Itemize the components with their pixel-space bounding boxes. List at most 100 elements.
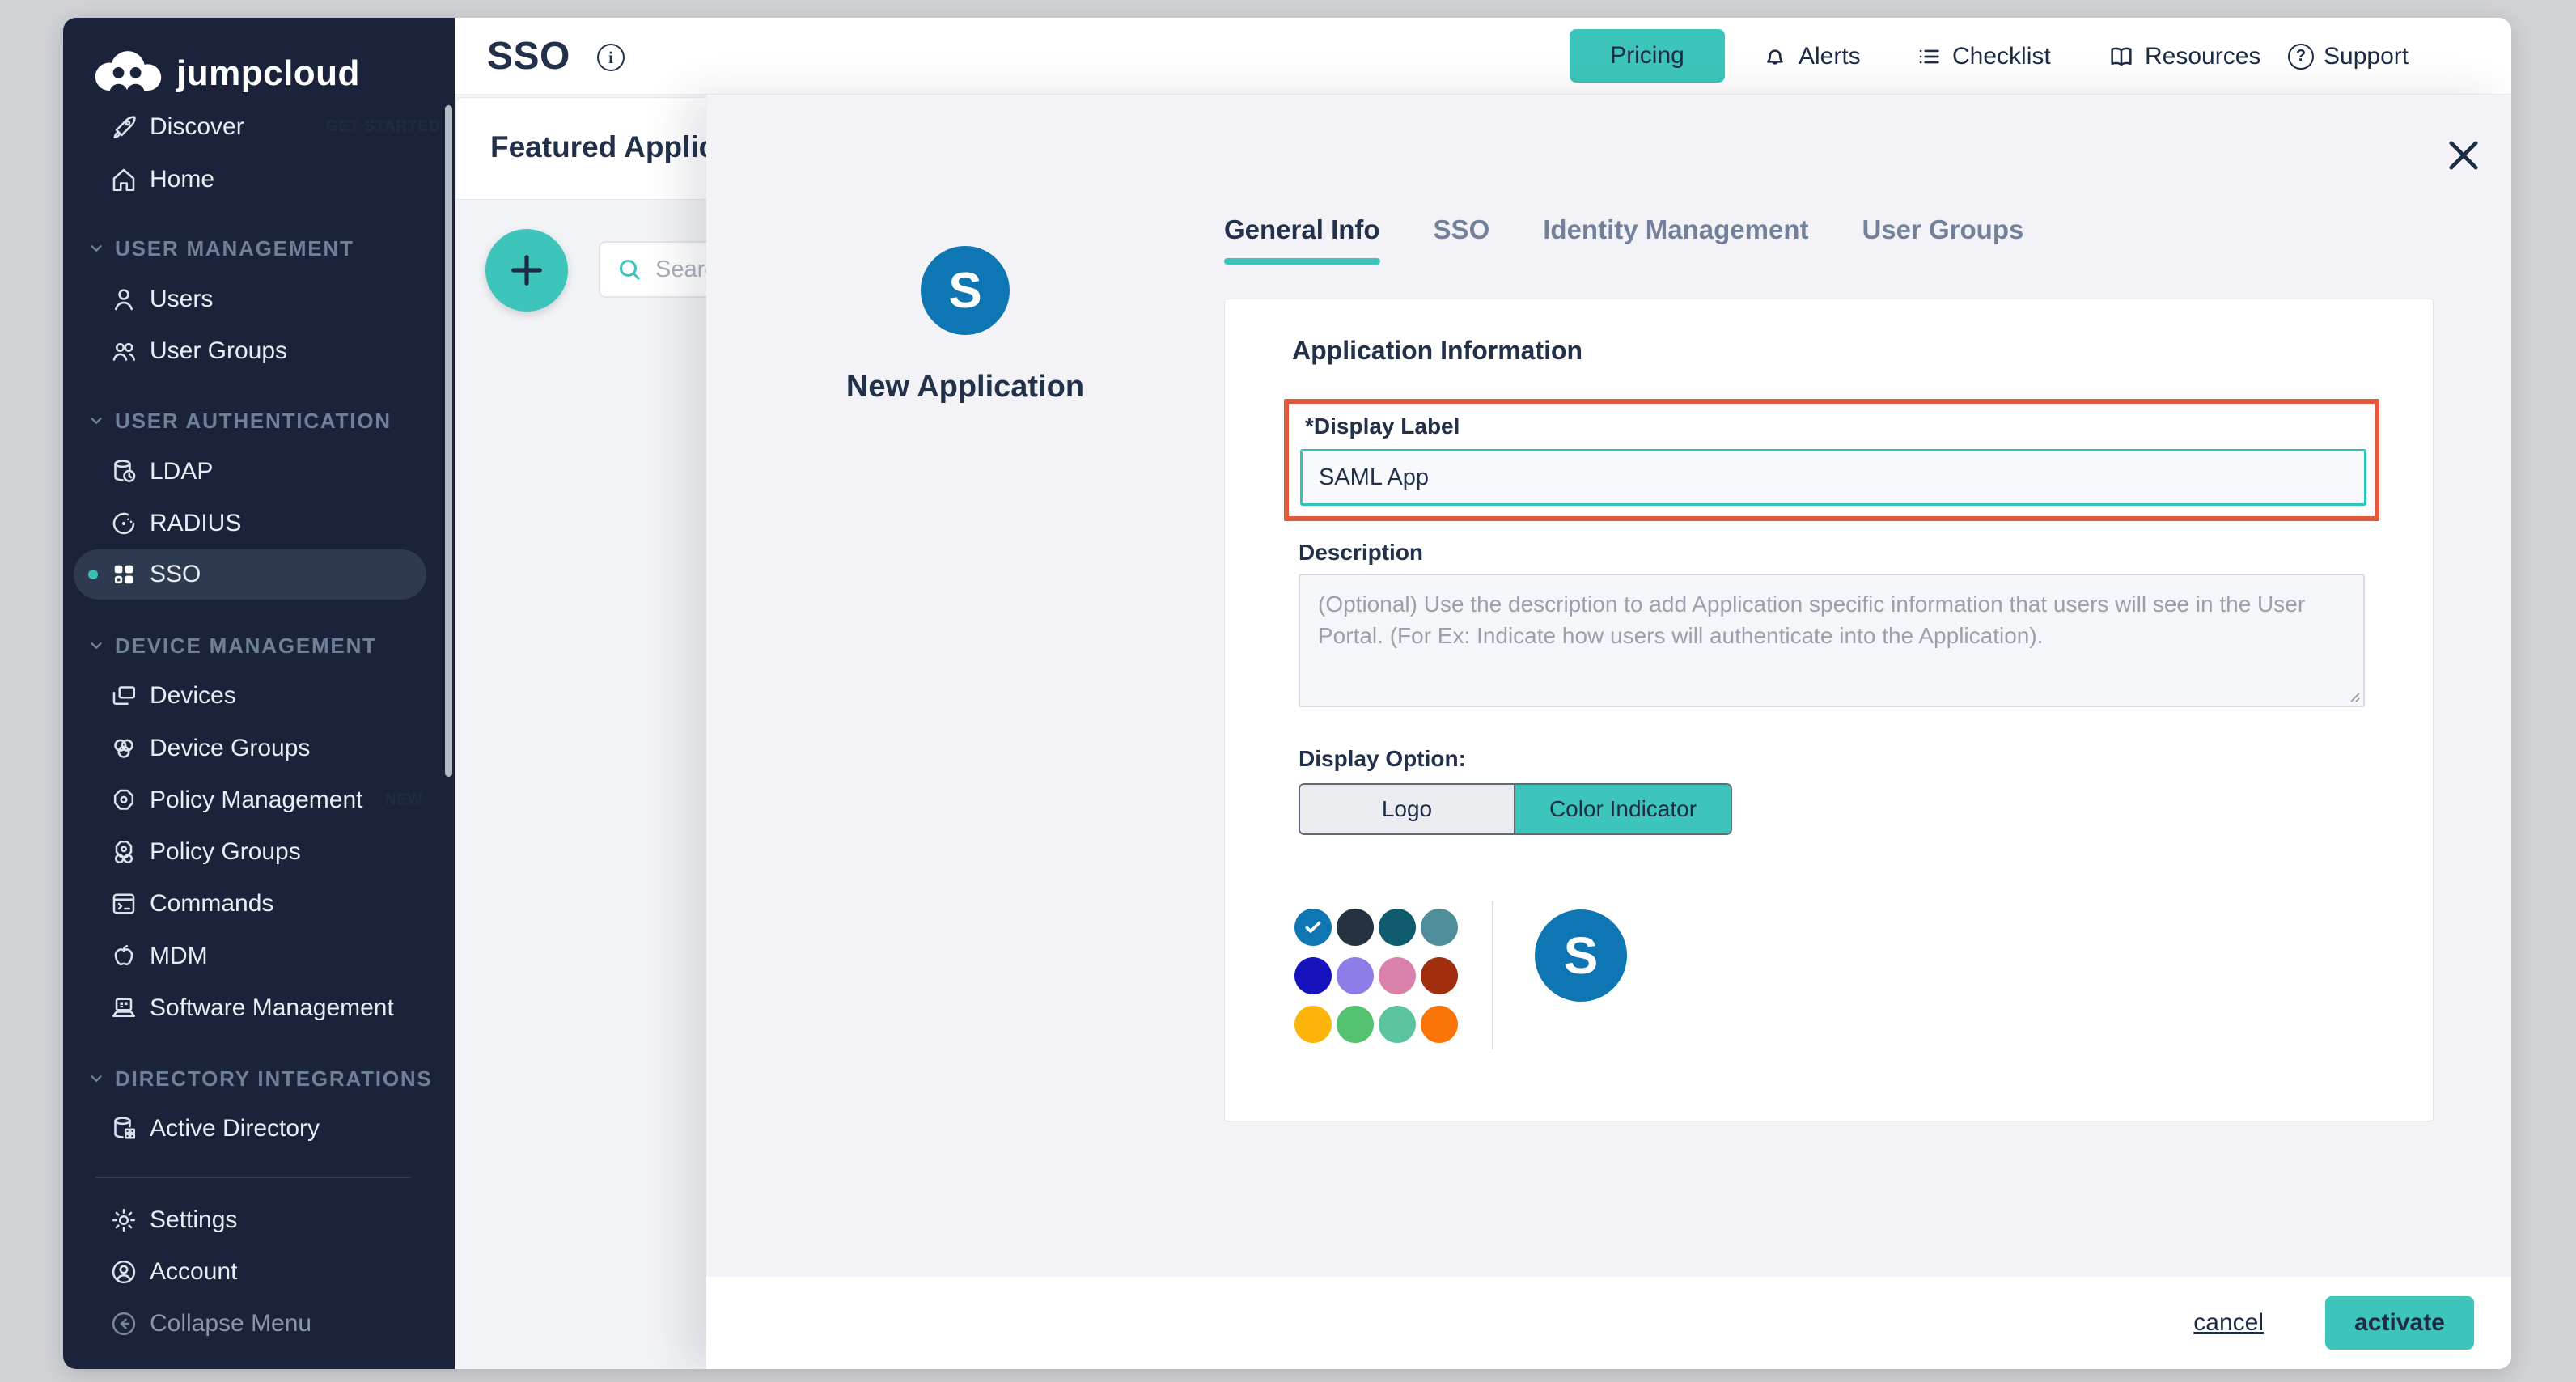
sidebar-item-label: Settings [150,1206,237,1234]
display-option-toggle: Logo Color Indicator [1299,783,1732,835]
sidebar-item-user-groups[interactable]: User Groups [74,326,426,376]
checklist-label: Checklist [1952,43,2051,70]
get-started-badge: GET STARTED [314,112,452,142]
sidebar-divider [95,1177,411,1178]
radius-icon [109,509,138,538]
application-name: New Application [706,370,1224,405]
sidebar-item-label: SSO [150,561,201,588]
sidebar-item-account[interactable]: Account [74,1247,426,1297]
sidebar-item-policy-groups[interactable]: Policy Groups [74,827,426,877]
sidebar-item-label: Account [150,1258,237,1286]
color-swatch[interactable] [1294,957,1332,994]
policy-management-icon [109,786,138,815]
pricing-button[interactable]: Pricing [1570,29,1725,83]
color-indicator-option[interactable]: Color Indicator [1515,785,1731,833]
sidebar-item-label: Software Management [150,994,394,1022]
section-user-management[interactable]: USER MANAGEMENT [87,235,354,261]
rocket-icon [109,112,138,142]
add-application-button[interactable] [485,229,568,312]
display-label-label: *Display Label [1305,413,1460,439]
tab-label: General Info [1224,214,1380,245]
plus-icon [506,249,548,291]
cancel-button[interactable]: cancel [2193,1309,2264,1337]
color-swatch[interactable] [1337,1006,1374,1043]
sidebar-item-label: RADIUS [150,510,241,537]
drawer-footer: cancel activate [706,1277,2511,1369]
checklist-icon [1915,43,1943,70]
active-tab-underline [1224,258,1380,265]
chevron-down-icon [87,637,105,655]
application-information-card: Application Information *Display Label D… [1224,299,2434,1121]
sidebar-item-software-management[interactable]: Software Management [74,983,426,1033]
color-swatch[interactable] [1379,1006,1416,1043]
section-device-management[interactable]: DEVICE MANAGEMENT [87,633,377,659]
description-textarea[interactable] [1299,574,2365,707]
sidebar-item-label: Policy Groups [150,838,301,866]
jumpcloud-logo[interactable]: jumpcloud [91,49,360,98]
devices-icon [109,681,138,710]
section-directory-integrations[interactable]: DIRECTORY INTEGRATIONS [87,1066,433,1092]
color-indicator-preview: S [1535,909,1627,1002]
logo-wordmark: jumpcloud [176,53,360,94]
section-user-authentication[interactable]: USER AUTHENTICATION [87,408,392,434]
tab-sso[interactable]: SSO [1434,214,1490,265]
active-directory-icon [109,1114,138,1143]
section-label: DIRECTORY INTEGRATIONS [115,1066,433,1092]
color-swatch[interactable] [1421,1006,1458,1043]
logo-option[interactable]: Logo [1300,785,1515,833]
sidebar-item-label: Users [150,286,213,313]
search-icon [615,255,644,284]
checklist-button[interactable]: Checklist [1915,18,2051,95]
info-icon[interactable]: i [597,44,625,71]
sidebar-item-discover[interactable]: Discover GET STARTED [74,102,426,152]
sidebar-item-commands[interactable]: Commands [74,879,426,929]
color-swatch[interactable] [1337,909,1374,946]
sidebar-item-settings[interactable]: Settings [74,1195,426,1245]
sidebar-item-ldap[interactable]: LDAP [74,447,426,497]
bell-icon [1761,43,1789,70]
app-window: jumpcloud Discover GET STARTED Home USER… [63,18,2511,1369]
sidebar-item-label: Commands [150,890,273,918]
sidebar-item-label: Device Groups [150,735,310,762]
page-title: SSO [487,34,570,78]
section-label: DEVICE MANAGEMENT [115,634,377,659]
sidebar-item-sso[interactable]: SSO [74,549,426,600]
tab-general-info[interactable]: General Info [1224,214,1380,265]
color-swatch[interactable] [1294,1006,1332,1043]
alerts-button[interactable]: Alerts [1761,18,1861,95]
card-heading: Application Information [1292,336,1582,366]
activate-button[interactable]: activate [2325,1296,2474,1350]
tab-user-groups[interactable]: User Groups [1862,214,2023,265]
sidebar-scrollbar[interactable] [445,105,452,777]
sidebar-item-device-groups[interactable]: Device Groups [74,723,426,774]
color-swatch[interactable] [1379,909,1416,946]
sidebar-item-label: Active Directory [150,1115,320,1142]
sidebar-item-users[interactable]: Users [74,274,426,324]
apple-mdm-icon [109,942,138,971]
tab-identity-management[interactable]: Identity Management [1543,214,1808,265]
color-swatch[interactable] [1337,957,1374,994]
display-label-input[interactable] [1300,449,2366,506]
sidebar: jumpcloud Discover GET STARTED Home USER… [63,18,455,1369]
home-icon [109,165,138,194]
color-swatch-selected[interactable] [1294,909,1332,946]
new-badge: NEW [373,786,435,815]
sidebar-item-radius[interactable]: RADIUS [74,498,426,549]
color-swatch[interactable] [1421,909,1458,946]
sidebar-item-label: Collapse Menu [150,1310,311,1337]
sidebar-item-mdm[interactable]: MDM [74,931,426,981]
support-button[interactable]: ? Support [2288,18,2409,95]
sidebar-item-devices[interactable]: Devices [74,671,426,721]
question-icon: ? [2288,44,2314,70]
color-swatch[interactable] [1379,957,1416,994]
color-swatch-grid [1294,909,1458,1043]
close-button[interactable] [2438,130,2489,182]
chevron-down-icon [87,1070,105,1087]
chevron-down-icon [87,412,105,430]
sidebar-item-active-directory[interactable]: Active Directory [74,1104,426,1154]
sidebar-item-collapse-menu[interactable]: Collapse Menu [74,1299,426,1349]
color-swatch[interactable] [1421,957,1458,994]
sidebar-item-policy-management[interactable]: Policy Management NEW [74,775,426,825]
sidebar-item-home[interactable]: Home [74,155,426,205]
resources-button[interactable]: Resources [2108,18,2260,95]
